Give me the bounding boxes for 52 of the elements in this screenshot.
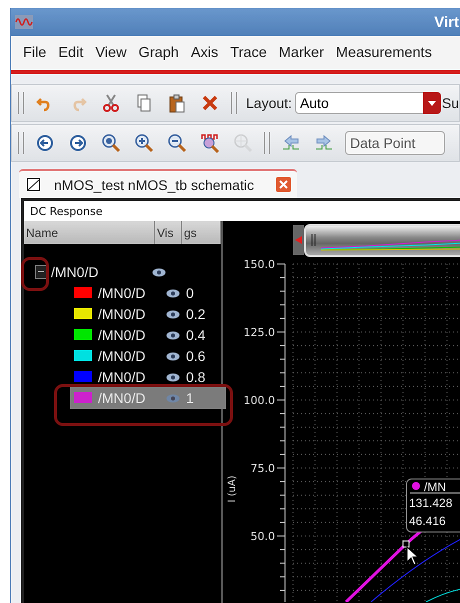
tick-label: 125.0 (244, 326, 275, 339)
layout-label: Layout: (246, 95, 292, 111)
eye-icon[interactable] (166, 352, 180, 360)
gs-value: 0.4 (186, 326, 206, 342)
eye-icon[interactable] (166, 372, 180, 382)
gs-value: 0.6 (186, 348, 206, 364)
eye-icon[interactable] (166, 288, 180, 298)
menu-item[interactable]: Edit (52, 45, 90, 61)
tree-item[interactable]: /MN0/D (51, 264, 152, 280)
tick-label: 75.0 (250, 462, 275, 475)
schematic-icon (27, 178, 40, 191)
panel-title: DC Response (24, 201, 460, 221)
menu-item[interactable]: View (89, 45, 133, 61)
tree-item[interactable]: /MN0/D (98, 284, 166, 300)
eye-icon[interactable] (166, 330, 180, 340)
menu-item[interactable]: Axis (184, 45, 224, 61)
data-point-field[interactable]: Data Point (345, 131, 445, 155)
collapse-icon[interactable] (35, 264, 47, 278)
menu-item[interactable]: Trace (224, 45, 273, 61)
layout-dropdown[interactable]: Auto (294, 92, 441, 114)
caret-icon (428, 100, 436, 106)
cursor-icon (406, 546, 420, 566)
tree-item[interactable]: /MN0/D (98, 306, 166, 322)
axis-label: I (uA) (227, 475, 238, 503)
window-title: Virt (434, 14, 459, 30)
gs-value: 0.2 (186, 306, 206, 322)
menu-item[interactable]: Graph (132, 45, 185, 61)
eye-icon[interactable] (166, 310, 180, 318)
gs-value: 0.8 (186, 368, 206, 384)
tick-label: 50.0 (250, 530, 275, 543)
tick-label: 100.0 (244, 394, 275, 407)
marker-point[interactable] (402, 540, 410, 548)
marker-tooltip: /MN 131.428 46.416 (406, 478, 460, 532)
close-icon[interactable] (276, 177, 291, 192)
document-tab[interactable]: nMOS_test nMOS_tb schematic (19, 169, 297, 198)
gs-value: 1 (186, 390, 194, 406)
app-logo-icon (15, 15, 33, 29)
menu-item[interactable]: Measurements (330, 45, 438, 61)
tree-item[interactable]: /MN0/D (98, 326, 166, 342)
tree-item[interactable]: /MN0/D (98, 348, 166, 364)
gs-value: 0 (186, 284, 194, 300)
toolbar-label: Su (442, 95, 459, 111)
tree-item[interactable]: /MN0/D (98, 368, 166, 384)
eye-icon[interactable] (152, 268, 166, 276)
annotation-frame (21, 257, 49, 291)
column-header[interactable]: Name (24, 221, 155, 244)
menu-item[interactable]: Marker (272, 45, 330, 61)
menu-item[interactable]: File (17, 45, 52, 61)
column-header[interactable]: Vis (155, 221, 182, 244)
overview-scroller[interactable] (304, 224, 460, 257)
column-header[interactable]: gs (182, 221, 221, 244)
tick-label: 150.0 (244, 258, 275, 271)
